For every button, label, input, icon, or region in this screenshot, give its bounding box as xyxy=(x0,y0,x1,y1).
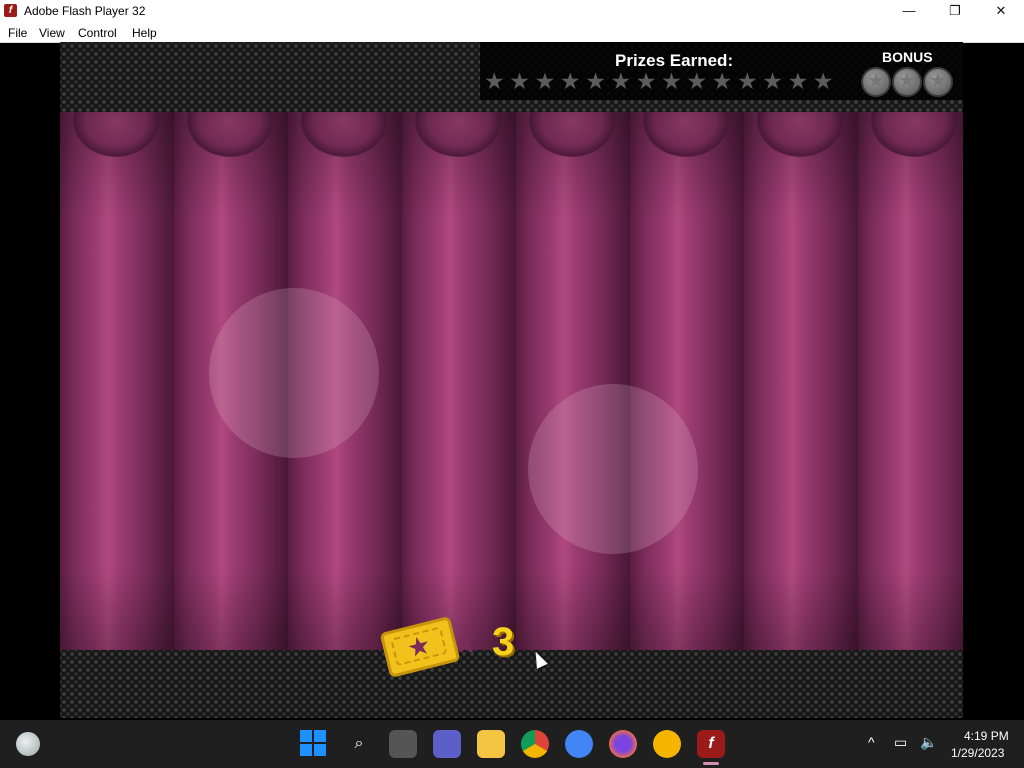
title-bar: f Adobe Flash Player 32 — ❐ ✕ xyxy=(0,0,1024,22)
network-icon[interactable]: ▭ xyxy=(894,734,907,751)
close-button[interactable]: ✕ xyxy=(978,0,1024,22)
prize-star-icon: ★ xyxy=(812,68,834,94)
menu-help[interactable]: Help xyxy=(132,26,157,40)
bonus-star-icon: ★ xyxy=(923,67,953,97)
minimize-button[interactable]: — xyxy=(886,0,932,22)
taskbar: ⌕ f ^ ▭ 🔈 4:19 PM 1/29/2023 xyxy=(0,720,1024,768)
prize-star-icon: ★ xyxy=(509,68,530,94)
prize-star-icon: ★ xyxy=(534,68,556,94)
bonus-star-icon: ★ xyxy=(861,67,891,97)
window-title: Adobe Flash Player 32 xyxy=(24,4,146,18)
prize-star-icon: ★ xyxy=(737,68,758,94)
bonus-label: BONUS xyxy=(882,49,933,65)
spotlight xyxy=(209,288,379,458)
prize-star-icon: ★ xyxy=(585,68,606,94)
file-explorer-icon[interactable] xyxy=(477,730,505,758)
menu-file[interactable]: File xyxy=(8,26,27,40)
chrome-icon[interactable] xyxy=(521,730,549,758)
prize-star-icon: ★ xyxy=(484,68,505,94)
prize-star-icon: ★ xyxy=(787,68,809,94)
prize-star-icon: ★ xyxy=(610,68,632,94)
stage-curtain xyxy=(60,112,963,650)
tray-chevron-icon[interactable]: ^ xyxy=(868,734,875,750)
maximize-button[interactable]: ❐ xyxy=(932,0,978,22)
chromium-icon[interactable] xyxy=(565,730,593,758)
curtain-shade xyxy=(60,112,963,650)
menu-bar: File View Control Help xyxy=(0,22,1024,43)
firefox-icon[interactable] xyxy=(609,730,637,758)
spotlight xyxy=(528,384,698,554)
game-stage[interactable]: Prizes Earned: ★ ★ ★ ★ ★ ★ ★ ★ ★ ★ ★ ★ ★ ★ BONUS ★ ★ ★ xyxy=(60,42,963,718)
flash-player-icon[interactable]: f xyxy=(697,730,725,758)
task-view-icon[interactable] xyxy=(389,730,417,758)
ticket-count: 3 xyxy=(492,620,515,664)
bonus-star-icon: ★ xyxy=(892,67,922,97)
prize-star-icon: ★ xyxy=(661,68,682,94)
menu-control[interactable]: Control xyxy=(78,26,117,40)
prize-star-icon: ★ xyxy=(711,68,733,94)
prize-star-icon: ★ xyxy=(762,68,783,94)
prize-star-icon: ★ xyxy=(686,68,708,94)
prize-star-icon: ★ xyxy=(635,68,657,94)
prize-star-icon: ★ xyxy=(559,68,581,94)
windows-start-icon[interactable] xyxy=(300,730,328,758)
clock-date[interactable]: 1/29/2023 xyxy=(951,746,1004,760)
chrome-canary-icon[interactable] xyxy=(653,730,681,758)
clock-time[interactable]: 4:19 PM xyxy=(964,729,1009,743)
ticket-star-icon: ★ xyxy=(390,626,448,667)
active-app-indicator xyxy=(703,762,719,765)
teams-chat-icon[interactable] xyxy=(433,730,461,758)
search-icon[interactable]: ⌕ xyxy=(345,730,373,758)
menu-view[interactable]: View xyxy=(39,26,65,40)
ticket-multiplier: x xyxy=(458,627,474,658)
weather-icon[interactable] xyxy=(16,732,40,756)
flash-player-app-icon: f xyxy=(4,4,17,17)
volume-icon[interactable]: 🔈 xyxy=(920,734,937,751)
